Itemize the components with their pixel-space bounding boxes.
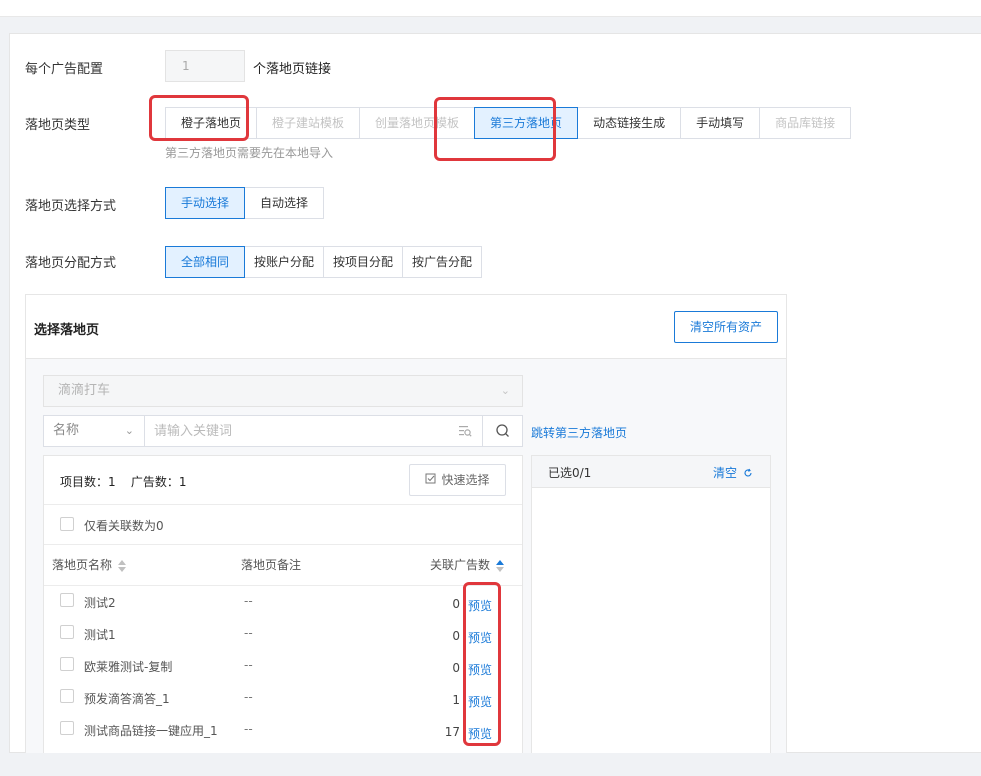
row-count: 1 xyxy=(452,693,460,707)
selected-panel: 已选0/1 清空 xyxy=(531,455,771,765)
row-name: 欧莱雅测试-复制 xyxy=(84,660,173,674)
picker-title: 选择落地页 xyxy=(34,323,100,338)
landing-type-hint: 第三方落地页需要先在本地导入 xyxy=(165,146,334,160)
select-method-selector: 手动选择 自动选择 xyxy=(165,187,324,219)
bottom-bar xyxy=(0,753,981,776)
preview-link[interactable]: 预览 xyxy=(468,693,492,710)
column-header-note: 落地页备注 xyxy=(241,558,302,572)
row-checkbox[interactable] xyxy=(60,721,74,735)
landing-type-option-orange-template[interactable]: 橙子建站模板 xyxy=(256,107,361,139)
row-count: 0 xyxy=(452,629,460,643)
clear-all-assets-button[interactable]: 清空所有资产 xyxy=(674,311,778,343)
sort-icon[interactable] xyxy=(496,559,505,572)
landing-type-option-orange[interactable]: 橙子落地页 xyxy=(165,107,258,139)
column-header-count[interactable]: 关联广告数 xyxy=(430,556,505,573)
sort-icon[interactable] xyxy=(118,559,127,572)
divider xyxy=(44,504,522,505)
landing-type-label: 落地页类型 xyxy=(25,118,91,133)
edit-check-icon xyxy=(425,473,436,484)
landing-type-selector: 橙子落地页 橙子建站模板 创量落地页模板 第三方落地页 动态链接生成 手动填写 … xyxy=(165,107,852,139)
preview-link[interactable]: 预览 xyxy=(468,629,492,646)
account-select-value: 滴滴打车 xyxy=(58,383,111,398)
row-name: 测试1 xyxy=(84,628,116,642)
selected-header: 已选0/1 清空 xyxy=(532,456,770,488)
landing-type-option-product-library[interactable]: 商品库链接 xyxy=(759,107,852,139)
distribution-option-by-account[interactable]: 按账户分配 xyxy=(244,246,324,278)
row-checkbox[interactable] xyxy=(60,657,74,671)
clear-selected-label: 清空 xyxy=(713,466,738,480)
column-header-count-label: 关联广告数 xyxy=(430,558,491,572)
distribution-selector: 全部相同 按账户分配 按项目分配 按广告分配 xyxy=(165,246,482,278)
row-note: -- xyxy=(244,722,253,736)
search-bar: 名称 ⌄ xyxy=(43,415,523,447)
search-type-value: 名称 xyxy=(53,423,80,438)
quick-select-label: 快速选择 xyxy=(441,473,490,487)
row-name: 预发滴答滴答_1 xyxy=(84,692,170,706)
project-ad-stats: 项目数：1 广告数：1 xyxy=(60,475,187,489)
divider xyxy=(44,544,522,545)
row-count: 0 xyxy=(452,661,460,675)
row-count: 0 xyxy=(452,597,460,611)
row-note: -- xyxy=(244,626,253,640)
row-note: -- xyxy=(244,594,253,608)
keyword-search-input[interactable] xyxy=(146,416,482,446)
row-note: -- xyxy=(244,658,253,672)
quick-select-button[interactable]: 快速选择 xyxy=(409,464,506,496)
search-button[interactable] xyxy=(482,416,522,446)
distribution-label: 落地页分配方式 xyxy=(25,256,117,271)
picker-header: 选择落地页 清空所有资产 xyxy=(26,295,786,359)
row-name: 测试2 xyxy=(84,596,116,610)
landing-type-option-dynamic-link[interactable]: 动态链接生成 xyxy=(577,107,682,139)
refresh-icon xyxy=(744,468,752,477)
select-method-label: 落地页选择方式 xyxy=(25,199,117,214)
selected-count: 已选0/1 xyxy=(548,466,592,480)
link-count-input[interactable]: 1 xyxy=(165,50,245,82)
clear-selected-button[interactable]: 清空 xyxy=(713,464,753,481)
distribution-option-same[interactable]: 全部相同 xyxy=(165,246,245,278)
divider xyxy=(44,585,522,586)
chevron-down-icon: ⌄ xyxy=(124,424,134,437)
top-bar xyxy=(0,0,981,17)
preview-link[interactable]: 预览 xyxy=(468,725,492,742)
account-select[interactable]: 滴滴打车 ⌄ xyxy=(43,375,523,407)
landing-page-picker: 选择落地页 清空所有资产 滴滴打车 ⌄ 名称 ⌄ 跳转第三方落地页 项目数：1 … xyxy=(25,294,787,765)
row-checkbox[interactable] xyxy=(60,625,74,639)
search-type-select[interactable]: 名称 ⌄ xyxy=(44,416,145,446)
search-icon xyxy=(496,424,509,437)
select-method-option-auto[interactable]: 自动选择 xyxy=(244,187,324,219)
landing-page-table: 项目数：1 广告数：1 快速选择 仅看关联数为0 落地页名称 落地页备注 关联广… xyxy=(43,455,523,765)
only-zero-label: 仅看关联数为0 xyxy=(84,519,164,533)
row-name: 测试商品链接一键应用_1 xyxy=(84,724,218,738)
preview-link[interactable]: 预览 xyxy=(468,661,492,678)
row-checkbox[interactable] xyxy=(60,689,74,703)
search-filter-icon xyxy=(459,426,472,437)
distribution-option-by-project[interactable]: 按项目分配 xyxy=(323,246,403,278)
landing-type-option-third-party[interactable]: 第三方落地页 xyxy=(474,107,579,139)
select-method-option-manual[interactable]: 手动选择 xyxy=(165,187,245,219)
column-header-name[interactable]: 落地页名称 xyxy=(52,556,127,573)
chevron-down-icon: ⌄ xyxy=(500,384,510,397)
row-checkbox[interactable] xyxy=(60,593,74,607)
only-zero-checkbox[interactable] xyxy=(60,517,74,531)
row-count: 17 xyxy=(444,725,460,739)
landing-type-option-chuangliang-template[interactable]: 创量落地页模板 xyxy=(359,107,476,139)
column-header-name-label: 落地页名称 xyxy=(52,558,113,572)
link-count-suffix: 个落地页链接 xyxy=(253,62,332,77)
row-note: -- xyxy=(244,690,253,704)
preview-link[interactable]: 预览 xyxy=(468,597,492,614)
landing-type-option-manual[interactable]: 手动填写 xyxy=(680,107,761,139)
distribution-option-by-ad[interactable]: 按广告分配 xyxy=(402,246,482,278)
ad-config-label: 每个广告配置 xyxy=(25,62,104,77)
jump-third-party-link[interactable]: 跳转第三方落地页 xyxy=(531,424,627,441)
